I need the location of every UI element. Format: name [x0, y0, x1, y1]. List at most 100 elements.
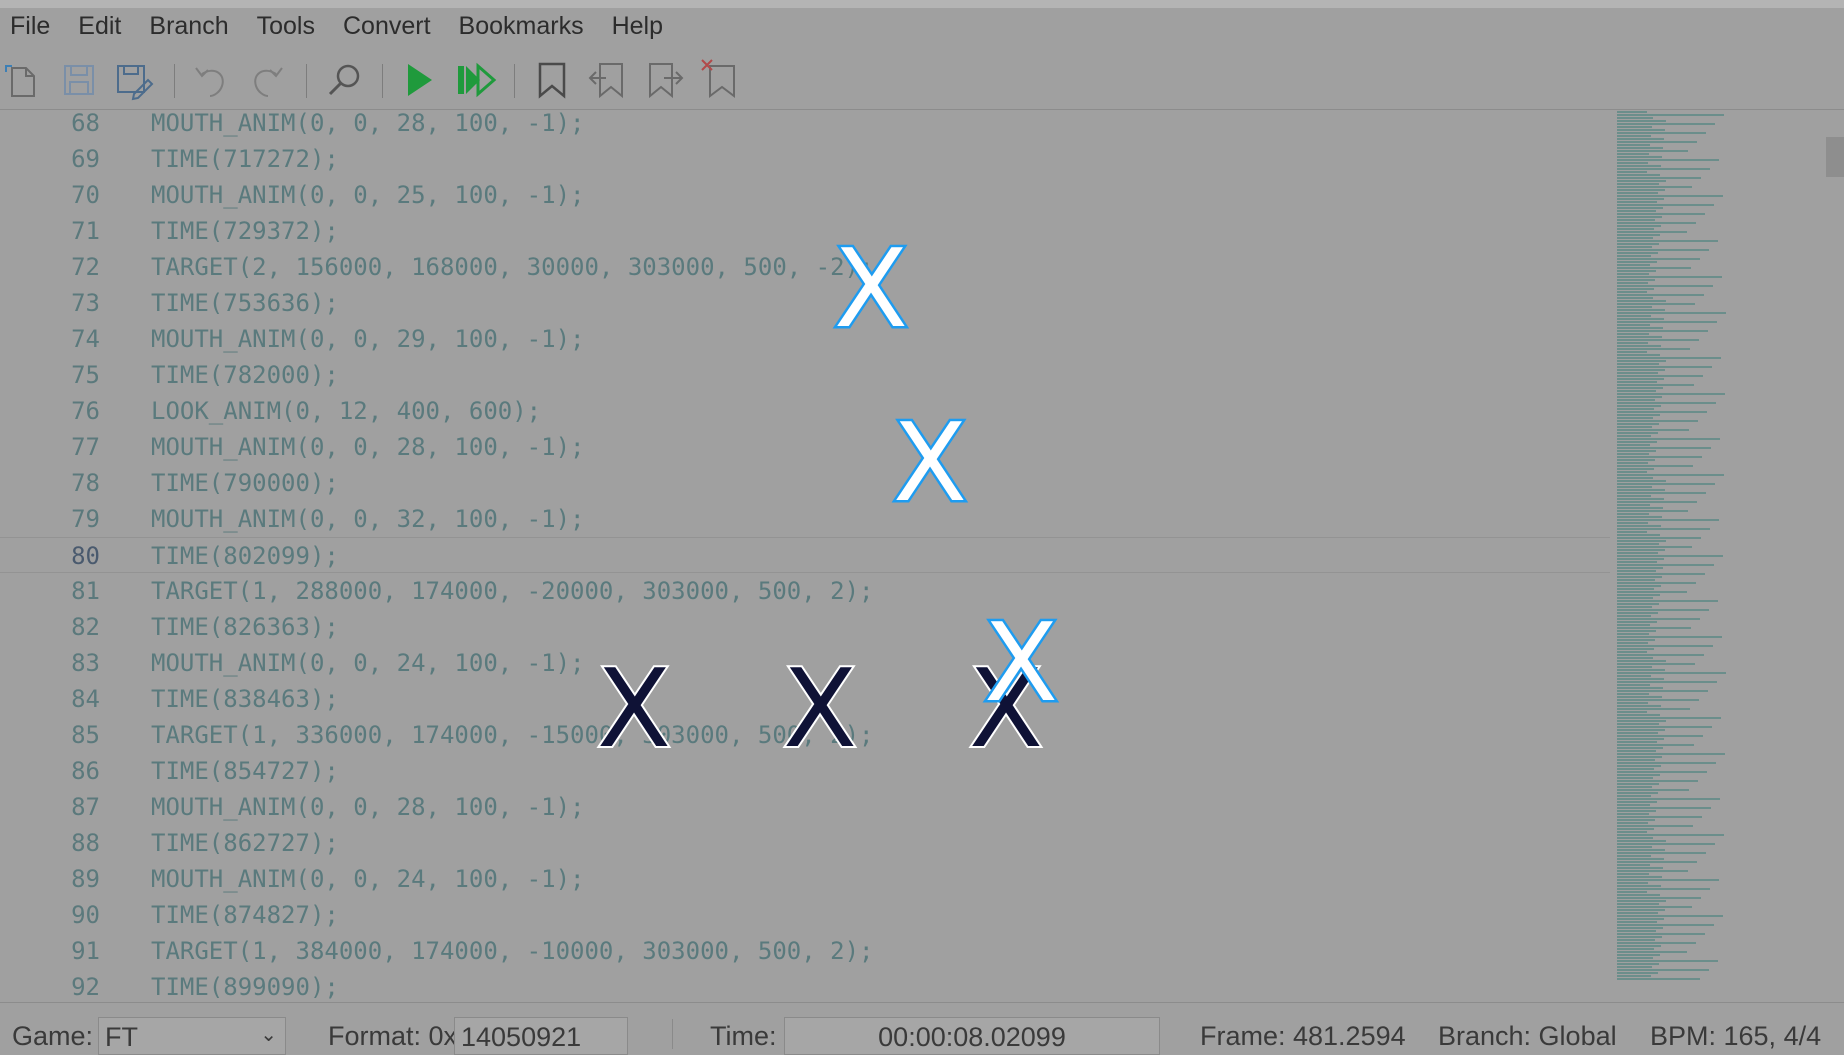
- minimap-line: [1617, 636, 1722, 638]
- code-line[interactable]: 78 TIME(790000);: [0, 465, 1610, 501]
- vertical-scrollbar[interactable]: [1820, 111, 1844, 1001]
- code-line[interactable]: 82 TIME(826363);: [0, 609, 1610, 645]
- code-text[interactable]: TIME(782000);: [151, 357, 339, 393]
- undo-icon[interactable]: [188, 58, 232, 102]
- menu-file[interactable]: File: [10, 12, 50, 41]
- code-line[interactable]: 71 TIME(729372);: [0, 213, 1610, 249]
- code-line[interactable]: 76 LOOK_ANIM(0, 12, 400, 600);: [0, 393, 1610, 429]
- minimap-line: [1617, 483, 1715, 485]
- menu-branch[interactable]: Branch: [149, 12, 228, 41]
- minimap[interactable]: [1613, 111, 1733, 1001]
- code-text[interactable]: TIME(802099);: [151, 538, 339, 574]
- redo-icon[interactable]: [246, 58, 290, 102]
- play-from-icon[interactable]: [454, 58, 498, 102]
- save-as-icon[interactable]: [112, 58, 156, 102]
- code-text[interactable]: MOUTH_ANIM(0, 0, 24, 100, -1);: [151, 645, 584, 681]
- code-line[interactable]: 87 MOUTH_ANIM(0, 0, 28, 100, -1);: [0, 789, 1610, 825]
- menu-tools[interactable]: Tools: [257, 12, 315, 41]
- menu-help[interactable]: Help: [612, 12, 663, 41]
- code-text[interactable]: TIME(862727);: [151, 825, 339, 861]
- minimap-line: [1617, 336, 1662, 338]
- search-icon[interactable]: [322, 58, 366, 102]
- minimap-line: [1617, 831, 1647, 833]
- code-line[interactable]: 73 TIME(753636);: [0, 285, 1610, 321]
- code-text[interactable]: MOUTH_ANIM(0, 0, 32, 100, -1);: [151, 501, 584, 537]
- code-line[interactable]: 69 TIME(717272);: [0, 141, 1610, 177]
- menu-convert[interactable]: Convert: [343, 12, 431, 41]
- code-line[interactable]: 68 MOUTH_ANIM(0, 0, 28, 100, -1);: [0, 111, 1610, 141]
- minimap-line: [1617, 975, 1651, 977]
- format-input[interactable]: 14050921: [454, 1017, 628, 1055]
- minimap-line: [1617, 183, 1659, 185]
- code-line[interactable]: 70 MOUTH_ANIM(0, 0, 25, 100, -1);: [0, 177, 1610, 213]
- minimap-line: [1617, 159, 1719, 161]
- code-text[interactable]: MOUTH_ANIM(0, 0, 24, 100, -1);: [151, 861, 584, 897]
- previous-bookmark-icon[interactable]: [586, 58, 630, 102]
- menu-edit[interactable]: Edit: [78, 12, 121, 41]
- minimap-line: [1617, 900, 1666, 902]
- open-file-icon[interactable]: [2, 58, 46, 102]
- code-text[interactable]: MOUTH_ANIM(0, 0, 28, 100, -1);: [151, 111, 584, 141]
- code-text[interactable]: TIME(854727);: [151, 753, 339, 789]
- bookmark-icon[interactable]: [530, 58, 574, 102]
- code-text[interactable]: MOUTH_ANIM(0, 0, 28, 100, -1);: [151, 429, 584, 465]
- code-text[interactable]: LOOK_ANIM(0, 12, 400, 600);: [151, 393, 541, 429]
- minimap-line: [1617, 816, 1702, 818]
- code-text[interactable]: TARGET(1, 384000, 174000, -10000, 303000…: [151, 933, 873, 969]
- code-line[interactable]: 74 MOUTH_ANIM(0, 0, 29, 100, -1);: [0, 321, 1610, 357]
- line-number: 70: [71, 181, 100, 209]
- code-text[interactable]: TIME(790000);: [151, 465, 339, 501]
- scrollbar-thumb[interactable]: [1826, 137, 1844, 177]
- minimap-line: [1617, 273, 1649, 275]
- code-text[interactable]: MOUTH_ANIM(0, 0, 29, 100, -1);: [151, 321, 584, 357]
- minimap-line: [1617, 369, 1665, 371]
- code-line[interactable]: 80 TIME(802099);: [0, 537, 1610, 573]
- time-display[interactable]: 00:00:08.02099: [784, 1017, 1160, 1055]
- code-editor[interactable]: 68 MOUTH_ANIM(0, 0, 28, 100, -1); 69 TIME(7…: [0, 111, 1610, 1001]
- game-select[interactable]: FT ⌄: [98, 1017, 286, 1055]
- menu-bookmarks[interactable]: Bookmarks: [459, 12, 584, 41]
- code-text[interactable]: TIME(729372);: [151, 213, 339, 249]
- minimap-line: [1617, 969, 1709, 971]
- minimap-line: [1617, 234, 1660, 236]
- minimap-line: [1617, 915, 1723, 917]
- minimap-line: [1617, 390, 1656, 392]
- minimap-line: [1617, 423, 1659, 425]
- code-text[interactable]: TARGET(1, 336000, 174000, -15000, 303000…: [151, 717, 873, 753]
- code-line[interactable]: 92 TIME(899090);: [0, 969, 1610, 1001]
- code-line[interactable]: 90 TIME(874827);: [0, 897, 1610, 933]
- minimap-line: [1617, 837, 1653, 839]
- minimap-line: [1617, 936, 1662, 938]
- minimap-line: [1617, 519, 1719, 521]
- code-text[interactable]: MOUTH_ANIM(0, 0, 25, 100, -1);: [151, 177, 584, 213]
- code-line[interactable]: 89 MOUTH_ANIM(0, 0, 24, 100, -1);: [0, 861, 1610, 897]
- menu-bar: File Edit Branch Tools Convert Bookmarks…: [0, 8, 1844, 44]
- code-line[interactable]: 77 MOUTH_ANIM(0, 0, 28, 100, -1);: [0, 429, 1610, 465]
- save-icon[interactable]: [57, 58, 101, 102]
- code-text[interactable]: TIME(826363);: [151, 609, 339, 645]
- next-bookmark-icon[interactable]: [642, 58, 686, 102]
- clear-bookmarks-icon[interactable]: [698, 58, 742, 102]
- code-text[interactable]: TIME(899090);: [151, 969, 339, 1001]
- code-line[interactable]: 75 TIME(782000);: [0, 357, 1610, 393]
- code-text[interactable]: TIME(874827);: [151, 897, 339, 933]
- minimap-line: [1617, 402, 1716, 404]
- minimap-line: [1617, 660, 1666, 662]
- code-text[interactable]: TIME(838463);: [151, 681, 339, 717]
- minimap-line: [1617, 540, 1666, 542]
- code-text[interactable]: TARGET(2, 156000, 168000, 30000, 303000,…: [151, 249, 873, 285]
- code-text[interactable]: TIME(717272);: [151, 141, 339, 177]
- code-line[interactable]: 81 TARGET(1, 288000, 174000, -20000, 3030…: [0, 573, 1610, 609]
- minimap-line: [1617, 171, 1647, 173]
- code-text[interactable]: TIME(753636);: [151, 285, 339, 321]
- code-line[interactable]: 79 MOUTH_ANIM(0, 0, 32, 100, -1);: [0, 501, 1610, 537]
- minimap-line: [1617, 579, 1655, 581]
- minimap-line: [1617, 810, 1656, 812]
- code-line[interactable]: 88 TIME(862727);: [0, 825, 1610, 861]
- play-icon[interactable]: [398, 58, 442, 102]
- code-line[interactable]: 91 TARGET(1, 384000, 174000, -10000, 3030…: [0, 933, 1610, 969]
- code-line[interactable]: 72 TARGET(2, 156000, 168000, 30000, 30300…: [0, 249, 1610, 285]
- code-text[interactable]: TARGET(1, 288000, 174000, -20000, 303000…: [151, 573, 873, 609]
- code-text[interactable]: MOUTH_ANIM(0, 0, 28, 100, -1);: [151, 789, 584, 825]
- minimap-line: [1617, 576, 1662, 578]
